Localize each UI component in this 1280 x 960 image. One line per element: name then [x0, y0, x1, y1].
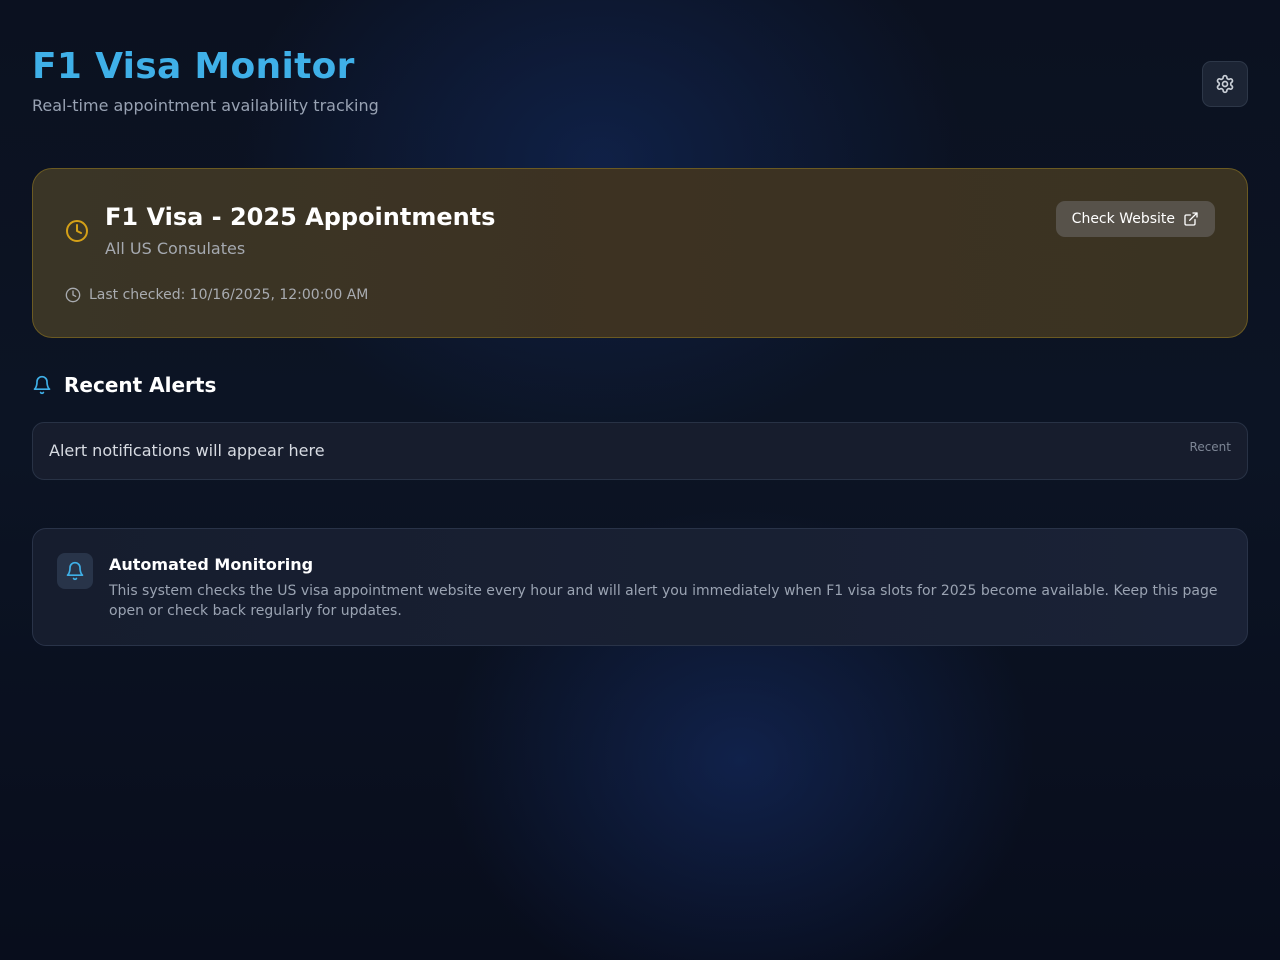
bell-icon	[65, 561, 85, 581]
recent-alerts-title: Recent Alerts	[64, 373, 217, 397]
visa-status-card: F1 Visa - 2025 Appointments All US Consu…	[32, 168, 1248, 338]
check-website-button[interactable]: Check Website	[1055, 201, 1215, 237]
page-title: F1 Visa Monitor	[32, 46, 355, 87]
recent-alerts-heading: Recent Alerts	[32, 372, 216, 398]
external-link-icon	[1183, 211, 1199, 227]
last-checked-text: Last checked: 10/16/2025, 12:00:00 AM	[89, 287, 369, 303]
info-description: This system checks the US visa appointme…	[109, 583, 1218, 619]
visa-card-title: F1 Visa - 2025 Appointments	[105, 203, 496, 231]
clock-small-icon	[65, 287, 81, 303]
page-subtitle: Real-time appointment availability track…	[32, 96, 379, 115]
info-title: Automated Monitoring	[109, 555, 314, 574]
alert-time: Recent	[1189, 440, 1231, 454]
automated-monitoring-info: Automated Monitoring This system checks …	[32, 528, 1248, 646]
bell-icon	[32, 375, 52, 395]
clock-icon	[65, 219, 89, 247]
alert-message: Alert notifications will appear here	[49, 441, 325, 460]
visa-card-subtitle: All US Consulates	[105, 239, 246, 258]
info-icon-container	[57, 553, 93, 589]
settings-button[interactable]	[1202, 61, 1248, 107]
gear-icon	[1215, 74, 1235, 94]
page-header: F1 Visa Monitor Real-time appointment av…	[32, 44, 379, 117]
check-website-label: Check Website	[1071, 211, 1175, 227]
last-checked: Last checked: 10/16/2025, 12:00:00 AM	[65, 286, 368, 304]
alert-item: Alert notifications will appear here Rec…	[32, 422, 1248, 480]
